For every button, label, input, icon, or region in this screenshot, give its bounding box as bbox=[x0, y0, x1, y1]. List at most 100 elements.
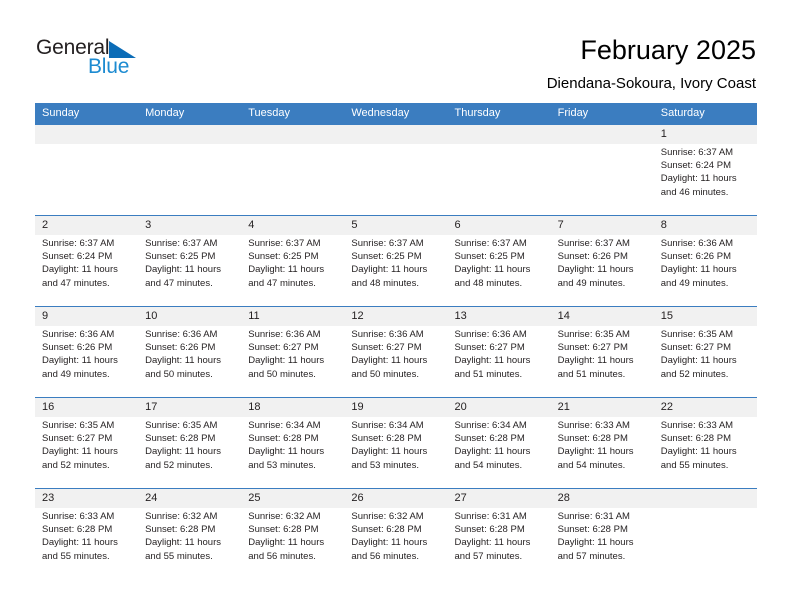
day-cell[interactable] bbox=[654, 508, 757, 579]
day-number[interactable]: 27 bbox=[448, 489, 551, 508]
week-row: 1 Sunrise: 6:37 AM Sunset: 6:24 PM Dayli… bbox=[35, 124, 757, 215]
day-cell[interactable]: Sunrise: 6:37 AM Sunset: 6:25 PM Dayligh… bbox=[448, 235, 551, 306]
sunrise-text: Sunrise: 6:35 AM bbox=[145, 420, 218, 431]
day-cell[interactable]: Sunrise: 6:36 AM Sunset: 6:26 PM Dayligh… bbox=[35, 326, 138, 397]
day-number[interactable]: 6 bbox=[448, 216, 551, 235]
day-number[interactable]: 7 bbox=[551, 216, 654, 235]
day-number[interactable]: 14 bbox=[551, 307, 654, 326]
day-number[interactable]: 19 bbox=[344, 398, 447, 417]
sunset-text: Sunset: 6:27 PM bbox=[42, 433, 113, 445]
day-cell[interactable]: Sunrise: 6:37 AM Sunset: 6:26 PM Dayligh… bbox=[551, 235, 654, 306]
sunrise-text: Sunrise: 6:37 AM bbox=[351, 238, 424, 249]
day-cell[interactable]: Sunrise: 6:34 AM Sunset: 6:28 PM Dayligh… bbox=[344, 417, 447, 488]
day-number[interactable] bbox=[448, 125, 551, 144]
day-cell[interactable]: Sunrise: 6:37 AM Sunset: 6:24 PM Dayligh… bbox=[35, 235, 138, 306]
sunrise-text: Sunrise: 6:35 AM bbox=[557, 329, 630, 340]
day-cell[interactable] bbox=[241, 144, 344, 215]
day-cell[interactable]: Sunrise: 6:37 AM Sunset: 6:25 PM Dayligh… bbox=[344, 235, 447, 306]
day-number[interactable]: 20 bbox=[448, 398, 551, 417]
daylight-text-line2: and 52 minutes. bbox=[660, 368, 729, 380]
sunset-text: Sunset: 6:28 PM bbox=[454, 433, 525, 445]
day-cell[interactable]: Sunrise: 6:32 AM Sunset: 6:28 PM Dayligh… bbox=[344, 508, 447, 579]
daylight-text-line1: Daylight: 11 hours bbox=[248, 537, 325, 549]
day-cell[interactable]: Sunrise: 6:33 AM Sunset: 6:28 PM Dayligh… bbox=[654, 417, 757, 488]
day-cell[interactable]: Sunrise: 6:36 AM Sunset: 6:27 PM Dayligh… bbox=[448, 326, 551, 397]
sunrise-text: Sunrise: 6:34 AM bbox=[248, 420, 321, 431]
sunrise-text: Sunrise: 6:37 AM bbox=[145, 238, 218, 249]
day-number[interactable]: 23 bbox=[35, 489, 138, 508]
daylight-text-line1: Daylight: 11 hours bbox=[454, 446, 531, 458]
day-cell[interactable]: Sunrise: 6:35 AM Sunset: 6:28 PM Dayligh… bbox=[138, 417, 241, 488]
day-number[interactable]: 4 bbox=[241, 216, 344, 235]
day-cell[interactable]: Sunrise: 6:37 AM Sunset: 6:25 PM Dayligh… bbox=[241, 235, 344, 306]
day-number[interactable]: 9 bbox=[35, 307, 138, 326]
day-cell[interactable]: Sunrise: 6:36 AM Sunset: 6:27 PM Dayligh… bbox=[241, 326, 344, 397]
day-number[interactable]: 12 bbox=[344, 307, 447, 326]
sunrise-text: Sunrise: 6:36 AM bbox=[42, 329, 115, 340]
day-cell[interactable]: Sunrise: 6:32 AM Sunset: 6:28 PM Dayligh… bbox=[138, 508, 241, 579]
sunrise-text: Sunrise: 6:37 AM bbox=[454, 238, 527, 249]
logo-text-blue: Blue bbox=[88, 55, 130, 78]
day-cell[interactable]: Sunrise: 6:36 AM Sunset: 6:26 PM Dayligh… bbox=[654, 235, 757, 306]
daylight-text-line1: Daylight: 11 hours bbox=[557, 264, 634, 276]
week-row: 9 10 11 12 13 14 15 Sunrise: 6:36 AM Sun… bbox=[35, 306, 757, 397]
day-number[interactable]: 24 bbox=[138, 489, 241, 508]
day-number[interactable] bbox=[344, 125, 447, 144]
day-number[interactable] bbox=[138, 125, 241, 144]
day-cell[interactable]: Sunrise: 6:37 AM Sunset: 6:24 PM Dayligh… bbox=[654, 144, 757, 215]
daylight-text-line1: Daylight: 11 hours bbox=[248, 264, 325, 276]
day-number[interactable]: 28 bbox=[551, 489, 654, 508]
day-number[interactable]: 3 bbox=[138, 216, 241, 235]
week-detail-row: Sunrise: 6:37 AM Sunset: 6:24 PM Dayligh… bbox=[35, 144, 757, 215]
day-number[interactable] bbox=[35, 125, 138, 144]
general-blue-logo[interactable]: General Blue bbox=[36, 36, 166, 86]
day-cell[interactable]: Sunrise: 6:35 AM Sunset: 6:27 PM Dayligh… bbox=[35, 417, 138, 488]
day-number[interactable]: 26 bbox=[344, 489, 447, 508]
day-cell[interactable]: Sunrise: 6:33 AM Sunset: 6:28 PM Dayligh… bbox=[35, 508, 138, 579]
sunrise-text: Sunrise: 6:31 AM bbox=[557, 511, 630, 522]
sunset-text: Sunset: 6:28 PM bbox=[145, 433, 216, 445]
day-number[interactable]: 13 bbox=[448, 307, 551, 326]
day-number[interactable]: 1 bbox=[654, 125, 757, 144]
day-cell[interactable]: Sunrise: 6:35 AM Sunset: 6:27 PM Dayligh… bbox=[654, 326, 757, 397]
day-cell[interactable] bbox=[35, 144, 138, 215]
day-cell[interactable]: Sunrise: 6:36 AM Sunset: 6:27 PM Dayligh… bbox=[344, 326, 447, 397]
day-cell[interactable]: Sunrise: 6:36 AM Sunset: 6:26 PM Dayligh… bbox=[138, 326, 241, 397]
day-cell[interactable] bbox=[138, 144, 241, 215]
day-cell[interactable]: Sunrise: 6:32 AM Sunset: 6:28 PM Dayligh… bbox=[241, 508, 344, 579]
day-number[interactable]: 11 bbox=[241, 307, 344, 326]
day-cell[interactable] bbox=[448, 144, 551, 215]
day-number[interactable]: 18 bbox=[241, 398, 344, 417]
day-cell[interactable] bbox=[344, 144, 447, 215]
sunset-text: Sunset: 6:25 PM bbox=[145, 251, 216, 263]
sunrise-text: Sunrise: 6:36 AM bbox=[454, 329, 527, 340]
daylight-text-line2: and 49 minutes. bbox=[660, 277, 729, 289]
day-number[interactable] bbox=[654, 489, 757, 508]
day-number[interactable]: 5 bbox=[344, 216, 447, 235]
daylight-text-line2: and 56 minutes. bbox=[248, 550, 316, 562]
day-number[interactable]: 15 bbox=[654, 307, 757, 326]
sunrise-text: Sunrise: 6:37 AM bbox=[42, 238, 115, 249]
day-number[interactable]: 8 bbox=[654, 216, 757, 235]
day-cell[interactable]: Sunrise: 6:35 AM Sunset: 6:27 PM Dayligh… bbox=[551, 326, 654, 397]
sunrise-text: Sunrise: 6:36 AM bbox=[248, 329, 321, 340]
day-cell[interactable]: Sunrise: 6:34 AM Sunset: 6:28 PM Dayligh… bbox=[241, 417, 344, 488]
day-number[interactable]: 21 bbox=[551, 398, 654, 417]
daylight-text-line2: and 46 minutes. bbox=[660, 186, 729, 198]
day-number[interactable]: 10 bbox=[138, 307, 241, 326]
day-number[interactable]: 17 bbox=[138, 398, 241, 417]
day-cell[interactable] bbox=[551, 144, 654, 215]
day-cell[interactable]: Sunrise: 6:33 AM Sunset: 6:28 PM Dayligh… bbox=[551, 417, 654, 488]
day-cell[interactable]: Sunrise: 6:31 AM Sunset: 6:28 PM Dayligh… bbox=[448, 508, 551, 579]
day-cell[interactable]: Sunrise: 6:31 AM Sunset: 6:28 PM Dayligh… bbox=[551, 508, 654, 579]
day-number[interactable]: 16 bbox=[35, 398, 138, 417]
day-cell[interactable]: Sunrise: 6:37 AM Sunset: 6:25 PM Dayligh… bbox=[138, 235, 241, 306]
day-number[interactable]: 2 bbox=[35, 216, 138, 235]
day-cell[interactable]: Sunrise: 6:34 AM Sunset: 6:28 PM Dayligh… bbox=[448, 417, 551, 488]
day-number[interactable] bbox=[551, 125, 654, 144]
daylight-text-line1: Daylight: 11 hours bbox=[660, 173, 737, 185]
sunrise-text: Sunrise: 6:33 AM bbox=[660, 420, 734, 431]
day-number[interactable] bbox=[241, 125, 344, 144]
day-number[interactable]: 22 bbox=[654, 398, 757, 417]
day-number[interactable]: 25 bbox=[241, 489, 344, 508]
